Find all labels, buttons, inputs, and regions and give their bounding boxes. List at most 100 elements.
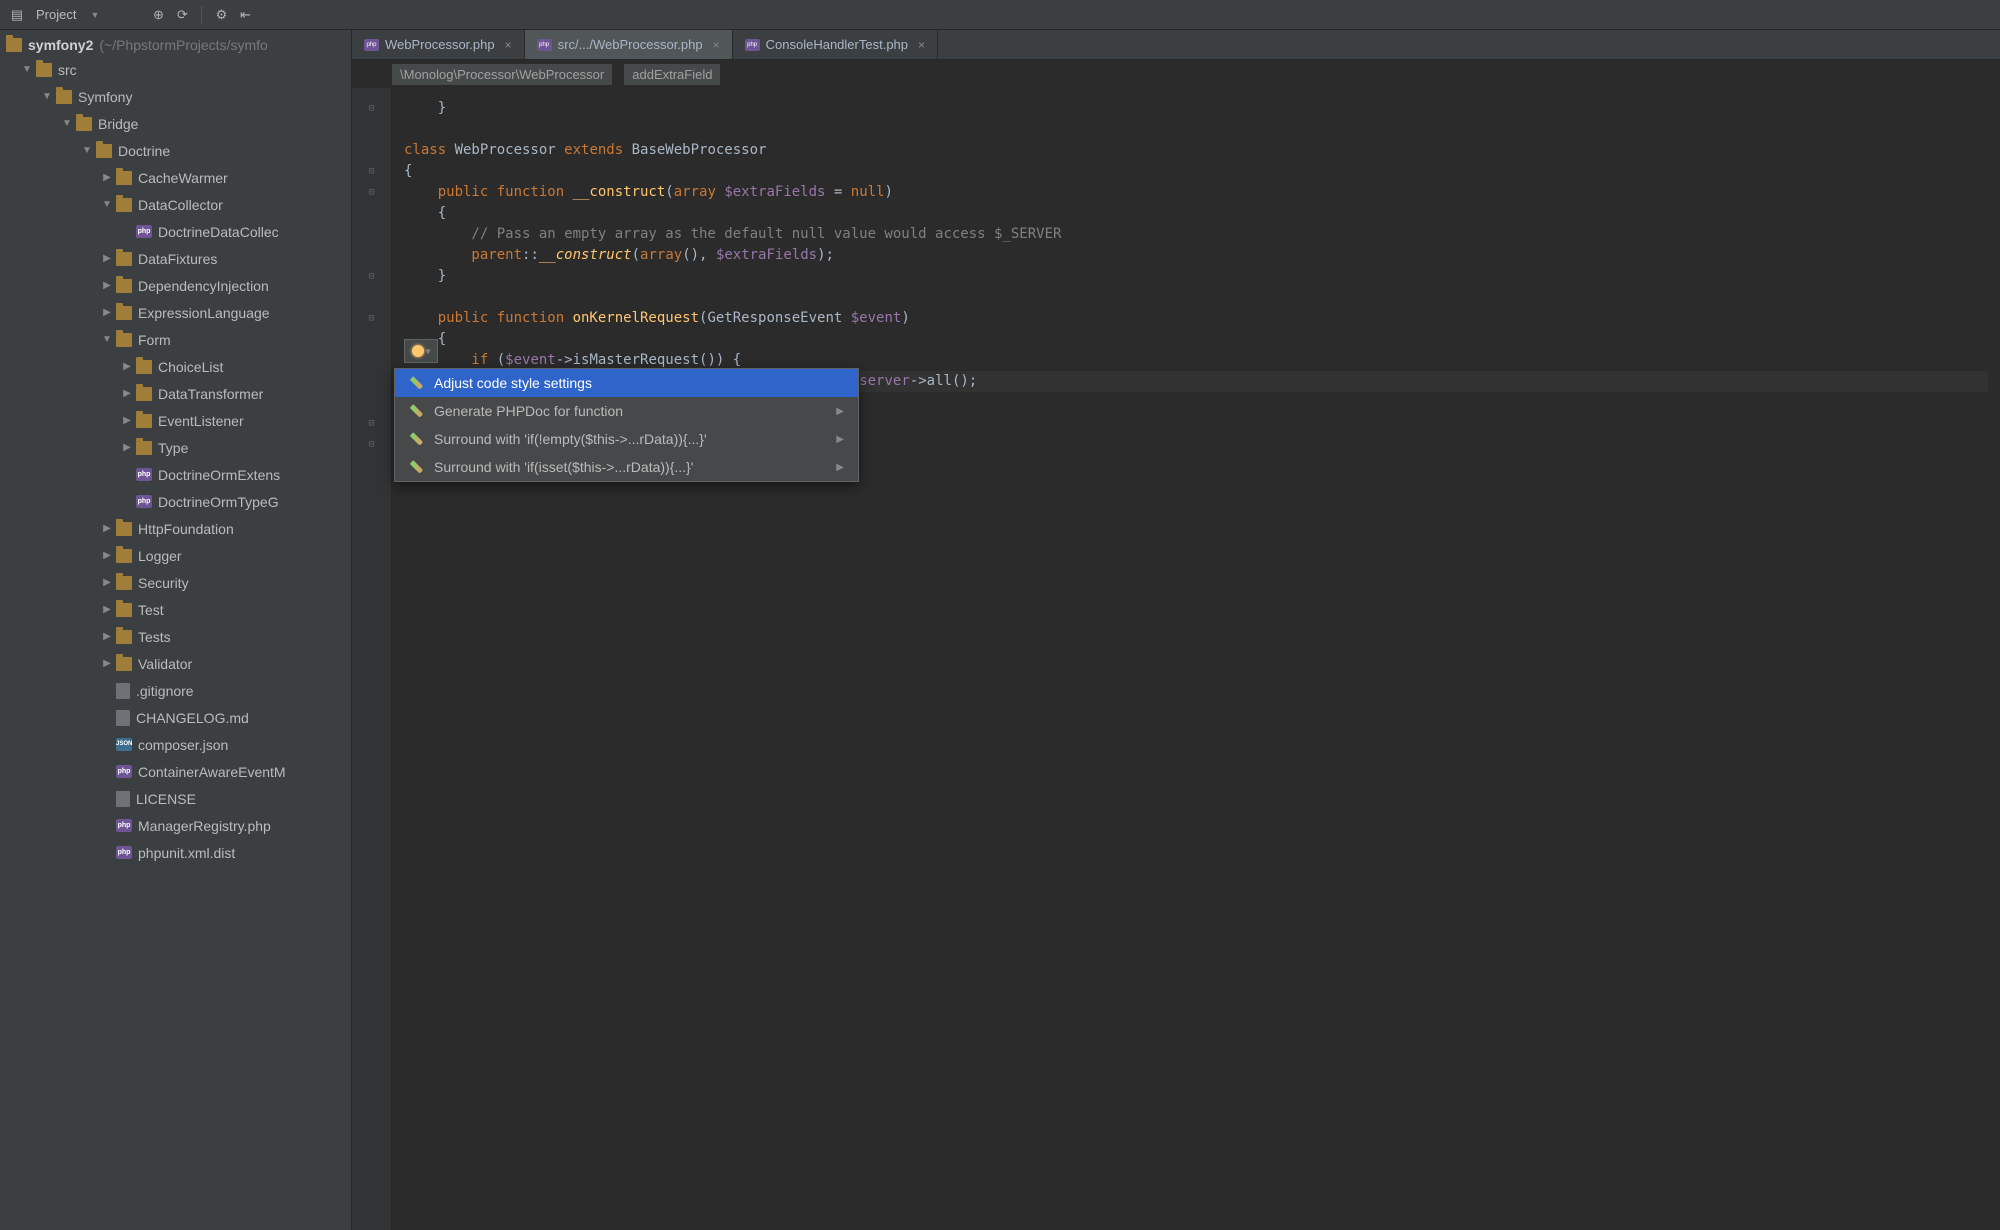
- folder-icon: [116, 171, 132, 185]
- tree-item[interactable]: composer.json: [0, 731, 351, 758]
- project-root[interactable]: symfony2 (~/PhpstormProjects/symfo: [0, 34, 351, 56]
- project-dropdown-icon[interactable]: ▼: [90, 10, 99, 20]
- close-icon[interactable]: ×: [713, 38, 720, 52]
- tree-item[interactable]: DataFixtures: [0, 245, 351, 272]
- tree-item[interactable]: .gitignore: [0, 677, 351, 704]
- project-sidebar: symfony2 (~/PhpstormProjects/symfo srcSy…: [0, 30, 352, 1230]
- editor-tab[interactable]: WebProcessor.php×: [352, 30, 525, 59]
- php-file-icon: [136, 225, 152, 238]
- intent-generate-phpdoc[interactable]: Generate PHPDoc for function ▶: [395, 397, 858, 425]
- tree-item-label: CacheWarmer: [138, 170, 228, 186]
- code-editor[interactable]: ⊟ ⊟ ⊟ ⊟ ⊟ ⊟ ⊟ } cla: [352, 88, 2000, 1230]
- tree-arrow-icon[interactable]: [100, 550, 114, 561]
- tree-arrow-icon[interactable]: [120, 415, 134, 426]
- editor-tab[interactable]: src/.../WebProcessor.php×: [525, 30, 733, 59]
- refresh-icon[interactable]: ⟳: [173, 6, 191, 24]
- tree-arrow-icon[interactable]: [100, 334, 114, 345]
- breadcrumb-method[interactable]: addExtraField: [624, 64, 720, 85]
- collapse-icon[interactable]: ⇤: [236, 6, 254, 24]
- tree-item-label: DependencyInjection: [138, 278, 269, 294]
- bulb-icon: [412, 345, 424, 357]
- tree-item-label: DataFixtures: [138, 251, 217, 267]
- tree-item[interactable]: LICENSE: [0, 785, 351, 812]
- tree-arrow-icon[interactable]: [100, 199, 114, 210]
- tree-item-label: Form: [138, 332, 171, 348]
- chevron-down-icon: ▼: [426, 341, 431, 362]
- intent-surround-empty[interactable]: Surround with 'if(!empty($this->...rData…: [395, 425, 858, 453]
- tree-arrow-icon[interactable]: [100, 253, 114, 264]
- target-icon[interactable]: ⊕: [149, 6, 167, 24]
- tree-item[interactable]: ExpressionLanguage: [0, 299, 351, 326]
- php-file-icon: [136, 495, 152, 508]
- tree-arrow-icon[interactable]: [100, 658, 114, 669]
- editor-tab[interactable]: ConsoleHandlerTest.php×: [733, 30, 938, 59]
- breadcrumb-path[interactable]: \Monolog\Processor\WebProcessor: [392, 64, 612, 85]
- folder-icon: [136, 387, 152, 401]
- tree-item[interactable]: Bridge: [0, 110, 351, 137]
- tree-item-label: Security: [138, 575, 189, 591]
- tree-item[interactable]: Doctrine: [0, 137, 351, 164]
- tree-item[interactable]: DataTransformer: [0, 380, 351, 407]
- tree-item[interactable]: DoctrineDataCollec: [0, 218, 351, 245]
- gear-icon[interactable]: ⚙: [212, 6, 230, 24]
- tree-arrow-icon[interactable]: [40, 91, 54, 102]
- tree-arrow-icon[interactable]: [100, 604, 114, 615]
- tree-item[interactable]: DoctrineOrmExtens: [0, 461, 351, 488]
- tree-arrow-icon[interactable]: [100, 280, 114, 291]
- folder-icon: [116, 657, 132, 671]
- tree-item-label: Bridge: [98, 116, 138, 132]
- tree-item[interactable]: DataCollector: [0, 191, 351, 218]
- intent-adjust-code-style[interactable]: Adjust code style settings: [395, 369, 858, 397]
- tree-item[interactable]: DependencyInjection: [0, 272, 351, 299]
- tree-arrow-icon[interactable]: [60, 118, 74, 129]
- tree-item[interactable]: Test: [0, 596, 351, 623]
- tree-arrow-icon[interactable]: [80, 145, 94, 156]
- close-icon[interactable]: ×: [505, 38, 512, 52]
- tree-item[interactable]: ChoiceList: [0, 353, 351, 380]
- tree-arrow-icon[interactable]: [120, 442, 134, 453]
- tree-item[interactable]: Security: [0, 569, 351, 596]
- intention-bulb[interactable]: ▼: [404, 339, 438, 363]
- tree-item[interactable]: Form: [0, 326, 351, 353]
- intent-surround-isset[interactable]: Surround with 'if(isset($this->...rData)…: [395, 453, 858, 481]
- tree-item-label: CHANGELOG.md: [136, 710, 249, 726]
- tree-arrow-icon[interactable]: [120, 361, 134, 372]
- tree-item[interactable]: src: [0, 56, 351, 83]
- project-tool-icon[interactable]: ▤: [8, 6, 26, 24]
- tree-item[interactable]: CacheWarmer: [0, 164, 351, 191]
- tree-arrow-icon[interactable]: [20, 64, 34, 75]
- code-body[interactable]: } class WebProcessor extends BaseWebProc…: [392, 88, 2000, 1230]
- tree-item[interactable]: EventListener: [0, 407, 351, 434]
- tree-item[interactable]: Validator: [0, 650, 351, 677]
- folder-icon: [76, 117, 92, 131]
- toolbar-separator: [201, 6, 202, 24]
- tree-item[interactable]: Logger: [0, 542, 351, 569]
- tree-item-label: DoctrineOrmTypeG: [158, 494, 279, 510]
- folder-icon: [116, 630, 132, 644]
- php-file-icon: [116, 846, 132, 859]
- tree-item-label: LICENSE: [136, 791, 196, 807]
- tree-arrow-icon[interactable]: [120, 388, 134, 399]
- close-icon[interactable]: ×: [918, 38, 925, 52]
- folder-icon: [116, 279, 132, 293]
- tree-item[interactable]: ContainerAwareEventM: [0, 758, 351, 785]
- tree-item[interactable]: CHANGELOG.md: [0, 704, 351, 731]
- project-tree: srcSymfony Bridge Doctrine CacheWarmer DataC…: [0, 56, 351, 866]
- tree-item[interactable]: Symfony: [0, 83, 351, 110]
- tree-item[interactable]: HttpFoundation: [0, 515, 351, 542]
- tree-item[interactable]: DoctrineOrmTypeG: [0, 488, 351, 515]
- tree-item[interactable]: phpunit.xml.dist: [0, 839, 351, 866]
- submenu-arrow-icon: ▶: [836, 401, 844, 422]
- tree-item-label: composer.json: [138, 737, 228, 753]
- tree-arrow-icon[interactable]: [100, 523, 114, 534]
- tree-item[interactable]: ManagerRegistry.php: [0, 812, 351, 839]
- tree-arrow-icon[interactable]: [100, 307, 114, 318]
- tree-arrow-icon[interactable]: [100, 577, 114, 588]
- tree-arrow-icon[interactable]: [100, 172, 114, 183]
- tree-item[interactable]: Tests: [0, 623, 351, 650]
- pencil-icon: [410, 460, 423, 473]
- submenu-arrow-icon: ▶: [836, 457, 844, 478]
- php-file-icon: [537, 39, 552, 51]
- tree-arrow-icon[interactable]: [100, 631, 114, 642]
- tree-item[interactable]: Type: [0, 434, 351, 461]
